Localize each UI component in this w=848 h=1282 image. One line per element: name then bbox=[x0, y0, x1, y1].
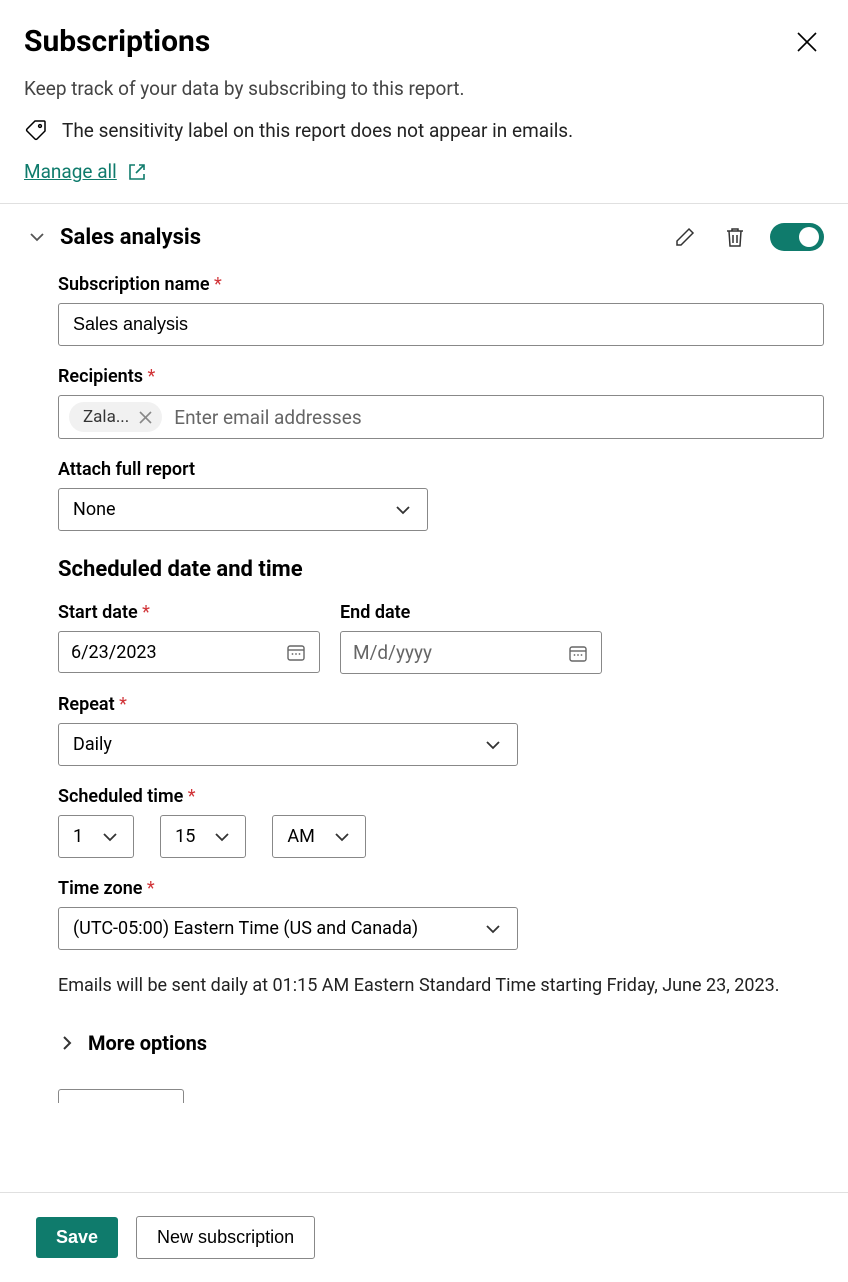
recipient-chip[interactable]: Zala... bbox=[69, 402, 162, 432]
chevron-down-icon bbox=[101, 828, 119, 846]
more-options-toggle[interactable]: More options bbox=[58, 1031, 824, 1055]
page-subtitle: Keep track of your data by subscribing t… bbox=[24, 77, 824, 100]
end-date-label: End date bbox=[340, 602, 602, 623]
calendar-icon bbox=[567, 642, 589, 664]
chevron-down-icon bbox=[483, 735, 503, 755]
delete-button[interactable] bbox=[720, 222, 750, 252]
pencil-icon bbox=[674, 226, 696, 248]
page-title: Subscriptions bbox=[24, 24, 210, 59]
timezone-select[interactable]: (UTC-05:00) Eastern Time (US and Canada) bbox=[58, 907, 518, 950]
subscription-name-input[interactable] bbox=[58, 303, 824, 346]
sensitivity-note-row: The sensitivity label on this report doe… bbox=[24, 118, 824, 142]
recipients-placeholder: Enter email addresses bbox=[174, 406, 361, 429]
chevron-down-icon bbox=[483, 919, 503, 939]
subscription-section-title: Sales analysis bbox=[60, 225, 201, 250]
chevron-down-icon bbox=[213, 828, 231, 846]
x-icon bbox=[139, 411, 152, 424]
toggle-knob bbox=[799, 227, 819, 247]
edit-button[interactable] bbox=[670, 222, 700, 252]
manage-all-label: Manage all bbox=[24, 160, 117, 183]
enable-toggle[interactable] bbox=[770, 223, 824, 251]
chevron-right-icon bbox=[58, 1034, 76, 1052]
schedule-summary: Emails will be sent daily at 01:15 AM Ea… bbox=[58, 972, 824, 999]
chevron-down-icon bbox=[28, 228, 46, 246]
time-hour-select[interactable]: 1 bbox=[58, 815, 134, 858]
save-button[interactable]: Save bbox=[36, 1217, 118, 1258]
remove-chip-button[interactable] bbox=[139, 411, 152, 424]
chevron-down-icon bbox=[393, 500, 413, 520]
repeat-select[interactable]: Daily bbox=[58, 723, 518, 766]
calendar-icon bbox=[285, 641, 307, 663]
start-date-label: Start date * bbox=[58, 602, 320, 623]
recipients-label: Recipients * bbox=[58, 366, 824, 387]
new-subscription-button[interactable]: New subscription bbox=[136, 1216, 315, 1259]
close-icon bbox=[796, 31, 818, 53]
time-minute-select[interactable]: 15 bbox=[160, 815, 246, 858]
time-ampm-select[interactable]: AM bbox=[272, 815, 365, 858]
chevron-down-icon bbox=[333, 828, 351, 846]
scheduled-time-label: Scheduled time * bbox=[58, 786, 824, 807]
close-button[interactable] bbox=[790, 25, 824, 59]
collapse-toggle[interactable] bbox=[24, 224, 50, 250]
manage-all-link[interactable]: Manage all bbox=[24, 160, 147, 183]
end-date-input[interactable]: M/d/yyyy bbox=[340, 631, 602, 674]
attach-report-label: Attach full report bbox=[58, 459, 824, 480]
sensitivity-note: The sensitivity label on this report doe… bbox=[62, 119, 573, 142]
tag-icon bbox=[24, 118, 48, 142]
attach-report-select[interactable]: None bbox=[58, 488, 428, 531]
footer-bar: Save New subscription bbox=[0, 1192, 848, 1282]
partial-box bbox=[58, 1089, 184, 1103]
start-date-input[interactable]: 6/23/2023 bbox=[58, 631, 320, 673]
repeat-label: Repeat * bbox=[58, 694, 824, 715]
recipients-input[interactable]: Zala... Enter email addresses bbox=[58, 395, 824, 439]
timezone-label: Time zone * bbox=[58, 878, 824, 899]
trash-icon bbox=[724, 226, 746, 248]
subscription-name-label: Subscription name * bbox=[58, 274, 824, 295]
external-link-icon bbox=[127, 162, 147, 182]
schedule-section-title: Scheduled date and time bbox=[58, 557, 824, 582]
